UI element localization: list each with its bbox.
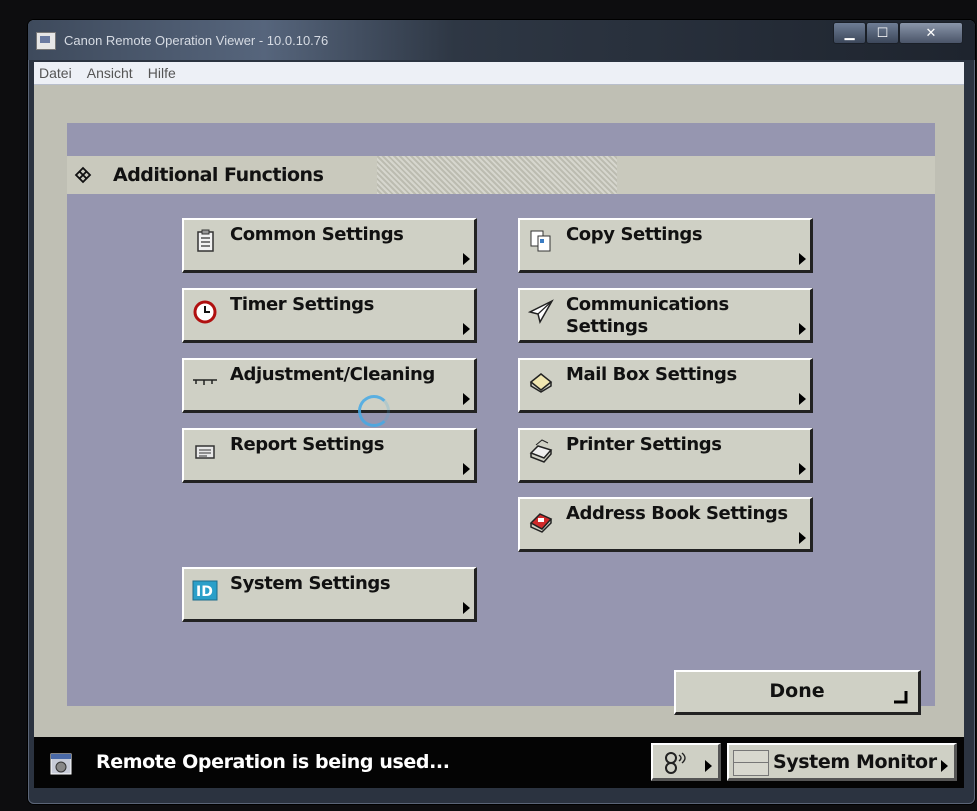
maximize-button[interactable]: ☐	[866, 22, 899, 44]
button-label: Printer Settings	[566, 434, 722, 455]
app-window: Canon Remote Operation Viewer - 10.0.10.…	[28, 20, 975, 804]
menu-ansicht[interactable]: Ansicht	[82, 62, 138, 84]
report-settings-button[interactable]: Report Settings	[182, 428, 477, 483]
report-icon	[195, 445, 215, 459]
maximize-icon: ☐	[876, 25, 889, 41]
status-bar: Remote Operation is being used... System…	[34, 737, 964, 788]
clipboard-icon	[197, 229, 214, 252]
button-label: Adjustment/Cleaning	[230, 364, 435, 385]
svg-text:ID: ID	[196, 584, 213, 600]
id-icon: ID	[192, 580, 218, 601]
title-bar[interactable]: Canon Remote Operation Viewer - 10.0.10.…	[28, 20, 975, 60]
done-label: Done	[769, 680, 825, 702]
arrow-right-icon	[799, 463, 806, 475]
additional-functions-panel: Additional Functions Common Settings Tim…	[67, 123, 935, 706]
mailbox-icon	[529, 373, 553, 393]
minimize-button[interactable]: ▁	[833, 22, 866, 44]
adjustment-icon	[193, 379, 217, 385]
system-monitor-button[interactable]: System Monitor	[727, 743, 957, 781]
address-book-icon	[529, 513, 553, 533]
return-icon	[894, 691, 908, 704]
common-settings-button[interactable]: Common Settings	[182, 218, 477, 273]
arrow-right-icon	[799, 532, 806, 544]
button-label: System Settings	[230, 573, 391, 594]
busy-cursor-icon	[358, 395, 390, 427]
arrow-right-icon	[799, 323, 806, 335]
button-label: Address Book Settings	[566, 503, 788, 524]
arrow-right-icon	[705, 760, 712, 772]
adjustment-cleaning-button[interactable]: Adjustment/Cleaning	[182, 358, 477, 413]
arrow-right-icon	[463, 393, 470, 405]
arrow-right-icon	[463, 323, 470, 335]
arrow-right-icon	[463, 602, 470, 614]
panel-title: Additional Functions	[113, 164, 324, 186]
address-book-settings-button[interactable]: Address Book Settings	[518, 497, 813, 552]
window-title: Canon Remote Operation Viewer - 10.0.10.…	[64, 33, 329, 48]
arrow-right-icon	[463, 253, 470, 265]
button-label: Communications Settings	[566, 294, 729, 337]
button-label: Mail Box Settings	[566, 364, 737, 385]
arrow-right-icon	[463, 463, 470, 475]
menu-datei[interactable]: Datei	[34, 62, 77, 84]
status-toggle-button[interactable]	[651, 743, 721, 781]
system-monitor-label: System Monitor	[773, 751, 937, 773]
minimize-icon: ▁	[844, 25, 855, 41]
panel-header: Additional Functions	[67, 156, 935, 194]
copy-settings-button[interactable]: Copy Settings	[518, 218, 813, 273]
button-label: Timer Settings	[230, 294, 374, 315]
system-monitor-icon	[733, 750, 769, 776]
done-button[interactable]: Done	[674, 670, 921, 715]
paper-plane-icon	[528, 299, 554, 324]
arrow-right-icon	[941, 760, 948, 772]
menu-bar: Datei Ansicht Hilfe	[34, 62, 964, 85]
timer-settings-button[interactable]: Timer Settings	[182, 288, 477, 343]
arrow-right-icon	[799, 393, 806, 405]
system-settings-button[interactable]: ID System Settings	[182, 567, 477, 622]
close-icon: ✕	[925, 25, 937, 41]
app-icon	[36, 32, 56, 50]
close-button[interactable]: ✕	[899, 22, 963, 44]
menu-hilfe[interactable]: Hilfe	[143, 62, 181, 84]
communications-settings-button[interactable]: Communications Settings	[518, 288, 813, 343]
remote-operation-icon	[50, 753, 72, 775]
button-label: Report Settings	[230, 434, 385, 455]
button-label: Copy Settings	[566, 224, 703, 245]
clock-icon	[193, 300, 217, 324]
status-message: Remote Operation is being used...	[96, 751, 450, 773]
sound-signal-icon	[665, 752, 686, 774]
printer-settings-button[interactable]: Printer Settings	[518, 428, 813, 483]
arrow-right-icon	[799, 253, 806, 265]
button-label: Common Settings	[230, 224, 404, 245]
printer-icon	[529, 439, 553, 463]
copy-icon	[530, 230, 551, 252]
additional-functions-icon	[74, 166, 92, 184]
mail-box-settings-button[interactable]: Mail Box Settings	[518, 358, 813, 413]
remote-screen: Additional Functions Common Settings Tim…	[34, 85, 964, 737]
